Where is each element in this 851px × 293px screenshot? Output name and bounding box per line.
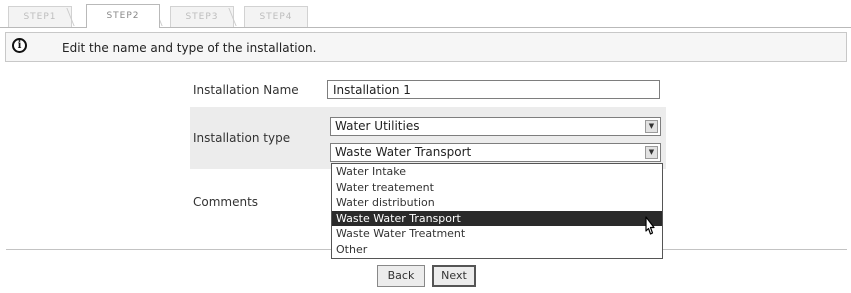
back-button[interactable]: Back [377,265,425,287]
step-tabs: STEP1 STEP2 STEP3 STEP4 [0,4,851,28]
chevron-down-icon[interactable]: ▼ [645,120,658,133]
installation-type-value: Water Utilities [335,119,420,133]
dropdown-option-selected[interactable]: Waste Water Transport [332,210,662,226]
tab-step4[interactable]: STEP4 [244,6,308,27]
chevron-down-icon[interactable]: ▼ [645,146,658,159]
mouse-pointer-icon [645,216,655,235]
info-icon: i [12,38,27,53]
installation-type-select[interactable]: Water Utilities ▼ [330,117,661,136]
dropdown-option[interactable]: Water distribution [332,195,662,211]
tab-step2[interactable]: STEP2 [86,4,160,28]
installation-name-label: Installation Name [193,83,299,97]
installation-type-label: Installation type [193,131,291,145]
next-button[interactable]: Next [432,265,476,287]
info-message: Edit the name and type of the installati… [62,41,317,55]
dropdown-option[interactable]: Waste Water Treatment [332,226,662,242]
installation-subtype-select[interactable]: Waste Water Transport ▼ [330,143,661,162]
dropdown-option[interactable]: Other [332,242,662,258]
installation-subtype-value: Waste Water Transport [335,145,472,159]
installation-name-input[interactable] [327,80,660,99]
dropdown-option[interactable]: Water Intake [332,164,662,180]
subtype-dropdown-list: Water Intake Water treatement Water dist… [331,163,663,259]
info-bar: i Edit the name and type of the installa… [5,32,847,62]
tab-step3[interactable]: STEP3 [170,6,234,27]
comments-label: Comments [193,195,259,209]
dropdown-option[interactable]: Water treatement [332,180,662,196]
tab-step1[interactable]: STEP1 [8,6,72,27]
